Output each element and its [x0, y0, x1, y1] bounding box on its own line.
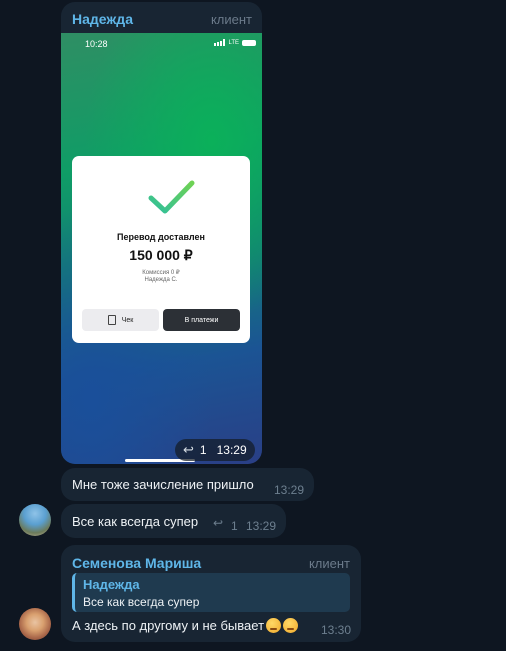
- phone-status-time: 10:28: [85, 39, 108, 49]
- message-time: 13:29: [216, 443, 247, 457]
- reply-icon: ↩: [213, 516, 224, 530]
- transfer-title: Перевод доставлен: [117, 232, 205, 242]
- message-text: А здесь по другому и не бывает: [72, 618, 265, 633]
- message-time: 13:29: [245, 519, 276, 533]
- message-bubble-photo[interactable]: Надежда клиент 10:28 LTE Перевод доставл…: [61, 2, 262, 464]
- transfer-card: Перевод доставлен 150 000 ₽ Комиссия 0 ₽…: [72, 156, 250, 343]
- sender-role-badge: клиент: [210, 12, 252, 27]
- quote-text: Все как всегда супер: [83, 595, 200, 609]
- quote-author: Надежда: [83, 577, 140, 592]
- sender-name[interactable]: Семенова Мариша: [72, 555, 201, 571]
- face-icon: [283, 618, 299, 633]
- message-text: Мне тоже зачисление пришло: [72, 477, 254, 492]
- message-text: Все как всегда супер: [72, 514, 199, 529]
- message-bubble[interactable]: Мне тоже зачисление пришло 13:29: [61, 468, 314, 501]
- photo-meta-overlay[interactable]: ↩ 1 13:29: [175, 439, 255, 461]
- check-button-label: Чек: [121, 316, 134, 324]
- network-type: LTE: [228, 39, 239, 46]
- transfer-recipient: Надежда С.: [144, 277, 178, 283]
- avatar-user[interactable]: [19, 608, 51, 640]
- battery-icon: [242, 39, 256, 46]
- payments-button-label: В платежи: [184, 316, 219, 324]
- message-time: 13:30: [320, 623, 351, 637]
- reply-quote[interactable]: Надежда Все как всегда супер: [72, 573, 350, 612]
- reply-count: 1: [199, 443, 207, 457]
- message-bubble[interactable]: Все как всегда супер ↩ 1 13:29: [61, 504, 286, 538]
- checkmark-icon: [148, 180, 195, 214]
- signal-icon: [214, 39, 226, 46]
- transfer-commission: Комиссия 0 ₽: [142, 270, 180, 276]
- avatar-user[interactable]: [19, 504, 51, 536]
- check-button[interactable]: Чек: [82, 309, 159, 331]
- message-bubble[interactable]: Семенова Мариша клиент Надежда Все как в…: [61, 545, 361, 642]
- reply-icon: ↩: [183, 442, 194, 457]
- transfer-amount: 150 000 ₽: [129, 247, 193, 263]
- reply-count[interactable]: 1: [231, 519, 238, 533]
- sender-name[interactable]: Надежда: [72, 11, 133, 27]
- photo-attachment[interactable]: 10:28 LTE Перевод доставлен 150 000 ₽ Ко…: [61, 33, 262, 464]
- payments-button[interactable]: В платежи: [163, 309, 240, 331]
- message-time: 13:29: [273, 483, 304, 497]
- sender-role-badge: клиент: [308, 556, 350, 571]
- receipt-icon: [107, 315, 116, 325]
- face-icon: [266, 618, 282, 633]
